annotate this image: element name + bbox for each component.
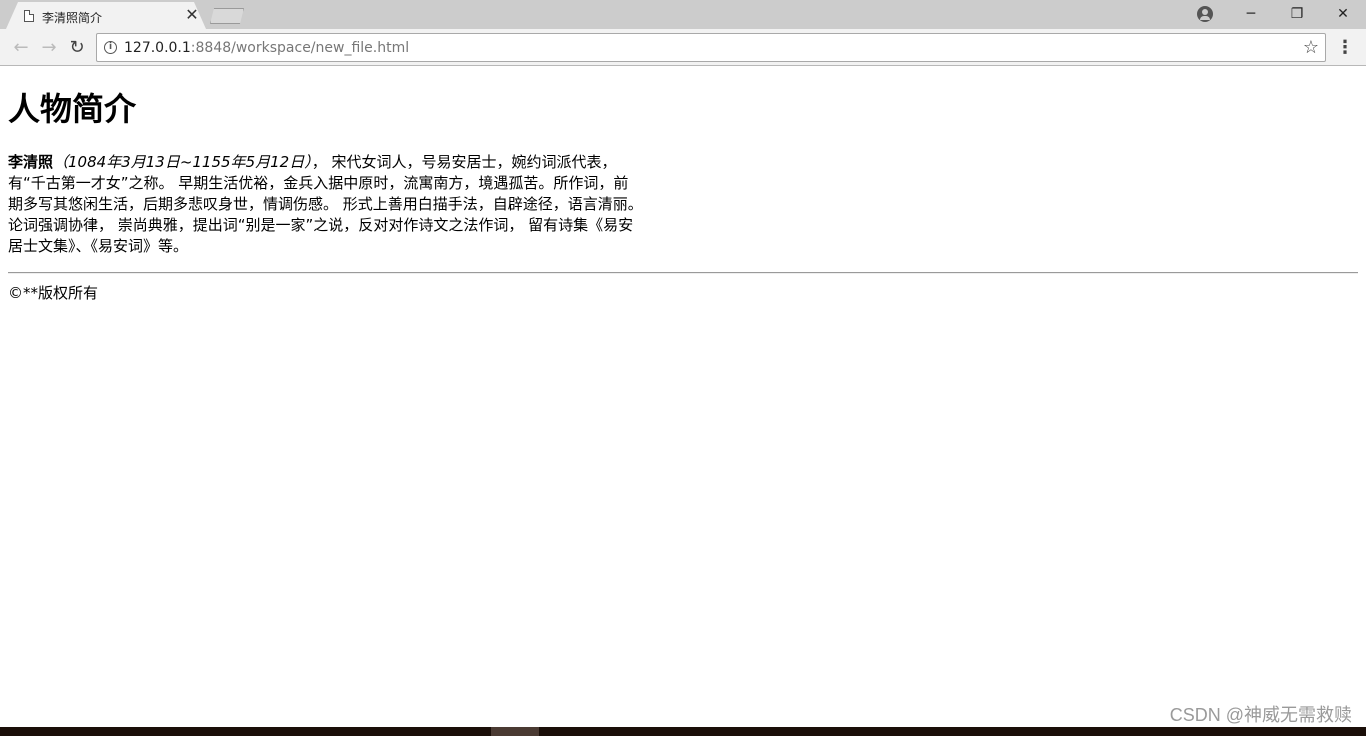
tab-active[interactable]: 李清照简介 ✕ xyxy=(6,2,206,29)
url-text[interactable]: 127.0.0.1:8848/workspace/new_file.html xyxy=(124,40,409,56)
taskbar-item[interactable] xyxy=(491,727,539,736)
browser-window: 李清照简介 ✕ ─ ❐ ✕ ← → ↻ i 127.0.0.1:8848/wor… xyxy=(0,0,1366,736)
page-title: 人物简介 xyxy=(8,90,137,128)
tab-strip: 李清照简介 ✕ ─ ❐ ✕ xyxy=(0,0,1366,29)
restore-button[interactable]: ❐ xyxy=(1274,0,1320,29)
person-name: 李清照 xyxy=(8,153,54,171)
forward-arrow-icon[interactable]: → xyxy=(37,36,61,60)
browser-toolbar: ← → ↻ i 127.0.0.1:8848/workspace/new_fil… xyxy=(0,29,1366,66)
tab-title: 李清照简介 xyxy=(42,11,103,25)
back-arrow-icon[interactable]: ← xyxy=(9,36,33,60)
minimize-button[interactable]: ─ xyxy=(1228,0,1274,29)
tab-close-icon[interactable]: ✕ xyxy=(184,7,200,23)
bookmark-star-icon[interactable]: ☆ xyxy=(1303,37,1319,58)
os-taskbar xyxy=(0,727,1366,736)
profile-icon[interactable] xyxy=(1197,6,1213,22)
copyright-footer: ©**版权所有 xyxy=(8,284,99,302)
page-viewport: 人物简介 李清照（1084年3月13日~1155年5月12日）， 宋代女词人，号… xyxy=(0,67,1366,727)
new-tab-button[interactable] xyxy=(210,8,244,24)
reload-icon[interactable]: ↻ xyxy=(65,36,89,60)
browser-menu-icon[interactable]: ⋮ xyxy=(1336,36,1354,60)
horizontal-rule xyxy=(8,272,1358,274)
csdn-watermark: CSDN @神威无需救赎 xyxy=(1169,705,1352,725)
info-icon[interactable]: i xyxy=(104,41,117,54)
address-bar[interactable]: i 127.0.0.1:8848/workspace/new_file.html… xyxy=(96,33,1326,62)
url-path: :8848/workspace/new_file.html xyxy=(190,40,410,56)
close-window-button[interactable]: ✕ xyxy=(1320,0,1366,29)
page-icon xyxy=(24,10,34,22)
url-host: 127.0.0.1 xyxy=(124,40,191,56)
bio-paragraph: 李清照（1084年3月13日~1155年5月12日）， 宋代女词人，号易安居士，… xyxy=(8,152,643,257)
life-dates: （1084年3月13日~1155年5月12日） xyxy=(53,153,312,171)
